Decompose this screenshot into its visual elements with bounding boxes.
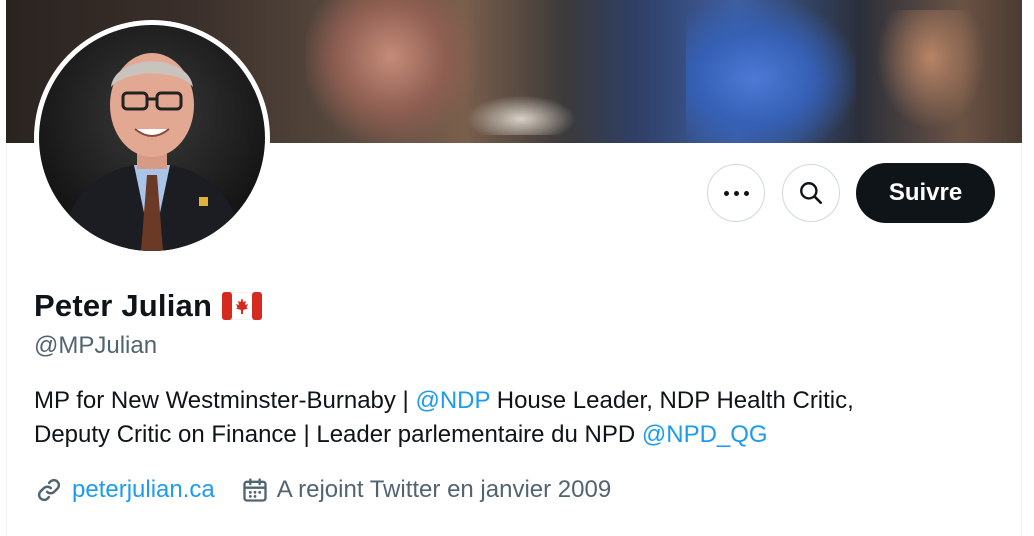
joined-date: A rejoint Twitter en janvier 2009 bbox=[276, 476, 612, 503]
mention-npd-qg-link[interactable]: @NPD_QG bbox=[642, 421, 768, 448]
avatar[interactable] bbox=[34, 20, 270, 256]
avatar-photo bbox=[39, 25, 265, 251]
profile-handle: @MPJulian bbox=[34, 332, 158, 359]
mention-ndp-link[interactable]: @NDP bbox=[415, 387, 490, 414]
bio-text: Deputy Critic on Finance | Leader parlem… bbox=[34, 421, 642, 448]
card-border-left bbox=[6, 143, 7, 536]
profile-name: Peter Julian bbox=[34, 288, 213, 323]
card-border-right bbox=[1021, 143, 1022, 536]
website-link[interactable]: peterjulian.ca bbox=[72, 476, 215, 504]
follow-button[interactable]: Suivre bbox=[856, 163, 995, 223]
search-button[interactable] bbox=[782, 164, 840, 222]
link-icon bbox=[37, 478, 61, 502]
bio-text: MP for New Westminster-Burnaby | bbox=[34, 387, 416, 414]
search-icon bbox=[800, 182, 823, 205]
bio-text: House Leader, NDP Health Critic, bbox=[490, 387, 854, 414]
profile-bio: MP for New Westminster-Burnaby | @NDP Ho… bbox=[34, 384, 994, 452]
more-button[interactable] bbox=[707, 164, 765, 222]
canada-flag-icon bbox=[222, 292, 263, 320]
profile-meta: peterjulian.ca A rejoint Twitter en janv… bbox=[34, 474, 611, 506]
calendar-icon bbox=[243, 478, 267, 502]
name-row: Peter Julian bbox=[34, 286, 263, 326]
more-icon bbox=[723, 190, 749, 196]
